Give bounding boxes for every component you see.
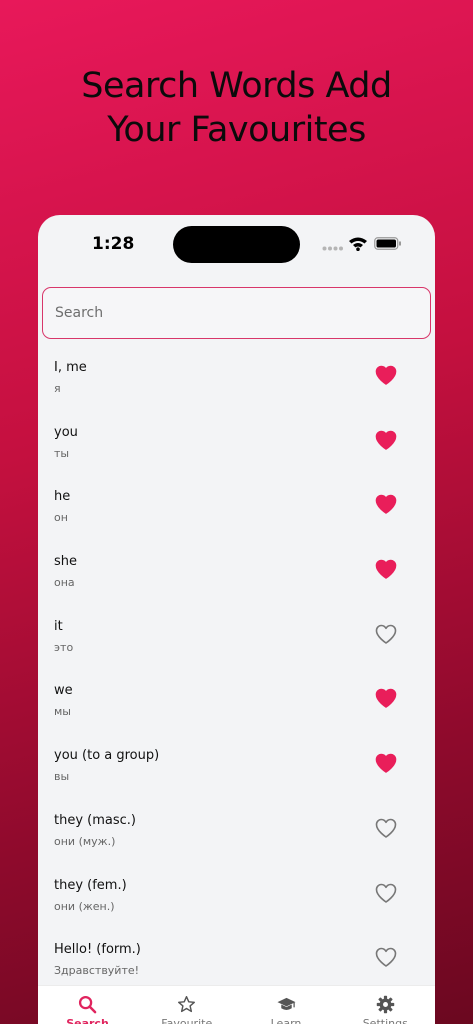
word-translation: ты bbox=[54, 446, 70, 460]
word-translation: они (муж.) bbox=[54, 834, 116, 848]
status-bar: 1:28 bbox=[38, 215, 435, 275]
promo-headline-line1: Search Words Add bbox=[81, 66, 392, 106]
word-translation: он bbox=[54, 511, 68, 525]
phone-screen: 1:28 I, me я you ты he он she она it это we мы you (… bbox=[38, 215, 435, 1024]
cellular-signal-icon bbox=[322, 246, 343, 251]
word-term: they (fem.) bbox=[54, 877, 127, 893]
word-term: it bbox=[54, 618, 63, 634]
tab-label: Favourite bbox=[161, 1017, 213, 1024]
heart-filled-icon[interactable] bbox=[375, 559, 397, 579]
word-row[interactable]: I, me я bbox=[38, 352, 435, 417]
word-row[interactable]: you ты bbox=[38, 417, 435, 482]
word-term: you bbox=[54, 424, 78, 440]
tab-favourite[interactable]: Favourite bbox=[137, 986, 236, 1024]
search-icon bbox=[78, 995, 97, 1014]
word-row[interactable]: you (to a group) вы bbox=[38, 740, 435, 805]
word-translation: Здравствуйте! bbox=[54, 964, 140, 978]
heart-outline-icon[interactable] bbox=[375, 947, 397, 967]
battery-icon bbox=[374, 237, 401, 250]
word-term: I, me bbox=[54, 360, 87, 375]
promo-headline: Search Words Add Your Favourites bbox=[0, 64, 473, 152]
promo-headline-line2: Your Favourites bbox=[107, 110, 366, 150]
tab-settings[interactable]: Settings bbox=[336, 986, 435, 1024]
word-translation: она bbox=[54, 576, 75, 590]
heart-filled-icon[interactable] bbox=[375, 753, 397, 773]
search-input[interactable] bbox=[42, 287, 431, 339]
word-term: Hello! (form.) bbox=[54, 942, 141, 958]
word-row[interactable]: he он bbox=[38, 481, 435, 546]
wifi-icon bbox=[349, 237, 367, 251]
heart-outline-icon[interactable] bbox=[375, 624, 397, 644]
status-time: 1:28 bbox=[92, 234, 135, 254]
bottom-tab-bar: Search Favourite Learn Settings bbox=[38, 985, 435, 1024]
heart-filled-icon[interactable] bbox=[375, 688, 397, 709]
heart-filled-icon[interactable] bbox=[375, 430, 397, 450]
word-row[interactable]: she она bbox=[38, 546, 435, 611]
tab-search[interactable]: Search bbox=[38, 986, 137, 1024]
gear-icon bbox=[376, 995, 394, 1014]
heart-filled-icon[interactable] bbox=[375, 365, 397, 385]
heart-filled-icon[interactable] bbox=[375, 494, 397, 515]
star-icon bbox=[178, 995, 196, 1013]
word-term: he bbox=[54, 489, 71, 505]
word-translation: мы bbox=[54, 705, 71, 719]
word-term: they (masc.) bbox=[54, 812, 136, 828]
word-term: we bbox=[54, 683, 73, 699]
word-term: she bbox=[54, 554, 78, 570]
word-list: I, me я you ты he он she она it это we мы you (to a … bbox=[38, 352, 435, 999]
graduation-cap-icon bbox=[276, 997, 296, 1010]
word-row[interactable]: it это bbox=[38, 611, 435, 676]
word-translation: они (жен.) bbox=[54, 899, 115, 913]
tab-learn[interactable]: Learn bbox=[237, 986, 336, 1024]
word-row[interactable]: they (fem.) они (жен.) bbox=[38, 870, 435, 935]
word-term: you (to a group) bbox=[54, 748, 160, 764]
word-translation: я bbox=[54, 382, 61, 395]
dynamic-island bbox=[173, 226, 300, 263]
word-row[interactable]: they (masc.) они (муж.) bbox=[38, 805, 435, 870]
word-row[interactable]: we мы bbox=[38, 675, 435, 740]
tab-label: Search bbox=[66, 1017, 109, 1024]
tab-label: Learn bbox=[270, 1017, 302, 1024]
word-translation: вы bbox=[54, 770, 70, 784]
word-translation: это bbox=[54, 640, 74, 654]
heart-outline-icon[interactable] bbox=[375, 818, 397, 838]
heart-outline-icon[interactable] bbox=[375, 883, 397, 903]
tab-label: Settings bbox=[362, 1017, 408, 1024]
